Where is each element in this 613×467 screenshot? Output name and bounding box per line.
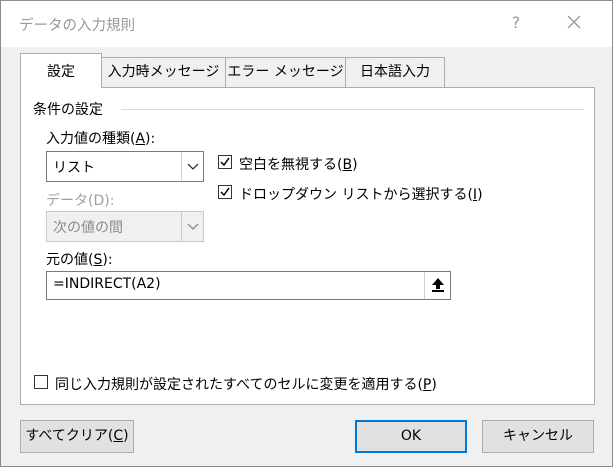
- ignore-blank-label[interactable]: 空白を無視する(B): [239, 154, 358, 174]
- data-validation-dialog: データの入力規則 ? 設定 入力時メッセージ エラー メッセージ 日本語入力 条…: [0, 0, 613, 467]
- tab-input-message[interactable]: 入力時メッセージ: [101, 57, 226, 87]
- ignore-blank-accesskey: B: [342, 157, 353, 173]
- data-select-value: 次の値の間: [53, 220, 123, 236]
- tab-error-alert[interactable]: エラー メッセージ: [225, 57, 346, 87]
- tab-settings[interactable]: 設定: [20, 53, 102, 88]
- allow-select-value: リスト: [53, 160, 95, 176]
- clear-all-accesskey: C: [113, 428, 124, 444]
- in-cell-dropdown-text: ドロップダウン リストから選択する(: [239, 187, 473, 203]
- ignore-blank-checkbox[interactable]: [218, 155, 232, 169]
- chevron-down-icon: [187, 223, 199, 230]
- allow-select[interactable]: リスト: [46, 151, 204, 182]
- allow-label-text: 入力値の種類(: [46, 131, 136, 147]
- clear-all-suffix: ): [123, 428, 129, 444]
- cancel-button[interactable]: キャンセル: [482, 420, 594, 453]
- source-label: 元の値(S):: [46, 249, 113, 269]
- chevron-down-icon: [187, 163, 199, 170]
- apply-all-text: 同じ入力規則が設定されたすべてのセルに変更を適用する(: [55, 377, 423, 393]
- settings-panel: 条件の設定 入力値の種類(A): リスト 空白を無視する(B) ドロップダウン …: [20, 87, 595, 405]
- in-cell-dropdown-label[interactable]: ドロップダウン リストから選択する(I): [239, 184, 483, 204]
- clear-all-button[interactable]: すべてクリア(C): [20, 420, 134, 453]
- check-icon: [220, 157, 230, 167]
- section-divider: [121, 109, 584, 110]
- ignore-blank-text: 空白を無視する(: [239, 157, 343, 173]
- help-button[interactable]: ?: [506, 13, 526, 32]
- ignore-blank-suffix: ): [352, 157, 358, 173]
- data-select: 次の値の間: [46, 211, 204, 242]
- title-bar[interactable]: データの入力規則 ?: [1, 1, 612, 47]
- apply-all-label[interactable]: 同じ入力規則が設定されたすべてのセルに変更を適用する(P): [55, 374, 437, 394]
- in-cell-dropdown-suffix: ): [477, 187, 483, 203]
- tab-ime-mode[interactable]: 日本語入力: [345, 57, 445, 87]
- allow-label: 入力値の種類(A):: [46, 128, 155, 148]
- allow-dropdown-button[interactable]: [181, 152, 203, 181]
- apply-all-checkbox[interactable]: [34, 375, 48, 389]
- data-label: データ(D):: [46, 193, 115, 209]
- allow-label-suffix: ):: [145, 131, 156, 147]
- data-dropdown-button: [181, 212, 203, 241]
- source-input-value: =INDIRECT(A2): [53, 276, 161, 292]
- check-icon: [220, 187, 230, 197]
- allow-label-accesskey: A: [135, 131, 146, 147]
- clear-all-text: すべてクリア(: [25, 428, 114, 444]
- in-cell-dropdown-checkbox[interactable]: [218, 185, 232, 199]
- source-input[interactable]: =INDIRECT(A2): [46, 271, 451, 300]
- source-label-suffix: ):: [102, 252, 113, 268]
- close-icon: [567, 15, 581, 29]
- section-label: 条件の設定: [33, 102, 103, 118]
- ok-button[interactable]: OK: [355, 420, 467, 453]
- close-button[interactable]: [561, 9, 587, 35]
- source-label-text: 元の値(: [46, 252, 94, 268]
- range-select-icon: [432, 278, 444, 292]
- window-title: データの入力規則: [19, 18, 135, 34]
- collapse-dialog-button[interactable]: [424, 272, 450, 299]
- apply-all-suffix: ): [431, 377, 437, 393]
